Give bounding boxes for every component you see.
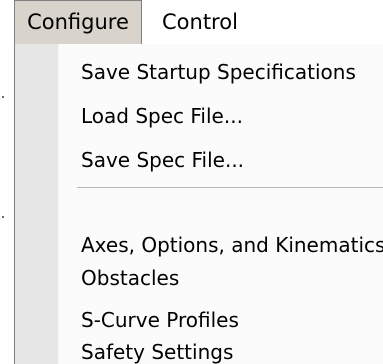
menu-item-obstacles[interactable]: Obstacles <box>59 258 383 298</box>
menu-item-save-spec-file[interactable]: Save Spec File... <box>59 140 383 180</box>
menu-item-safety-settings[interactable]: Safety Settings <box>59 332 383 364</box>
menu-bar-left-edge <box>0 0 14 45</box>
window-edge-mark <box>2 216 4 218</box>
menu-icon-gutter <box>15 44 59 364</box>
configure-dropdown-menu: Save Startup Specifications Load Spec Fi… <box>14 44 383 364</box>
menu-bar: Configure Control <box>0 0 383 45</box>
menu-separator <box>77 187 383 188</box>
menu-item-save-startup-specifications[interactable]: Save Startup Specifications <box>59 52 383 92</box>
control-menu[interactable]: Control <box>150 0 260 44</box>
configure-menu[interactable]: Configure <box>14 0 142 45</box>
menu-item-load-spec-file[interactable]: Load Spec File... <box>59 96 383 136</box>
window-edge-mark <box>2 96 4 98</box>
screenshot-stage: Configure Control Save Startup Specifica… <box>0 0 383 364</box>
